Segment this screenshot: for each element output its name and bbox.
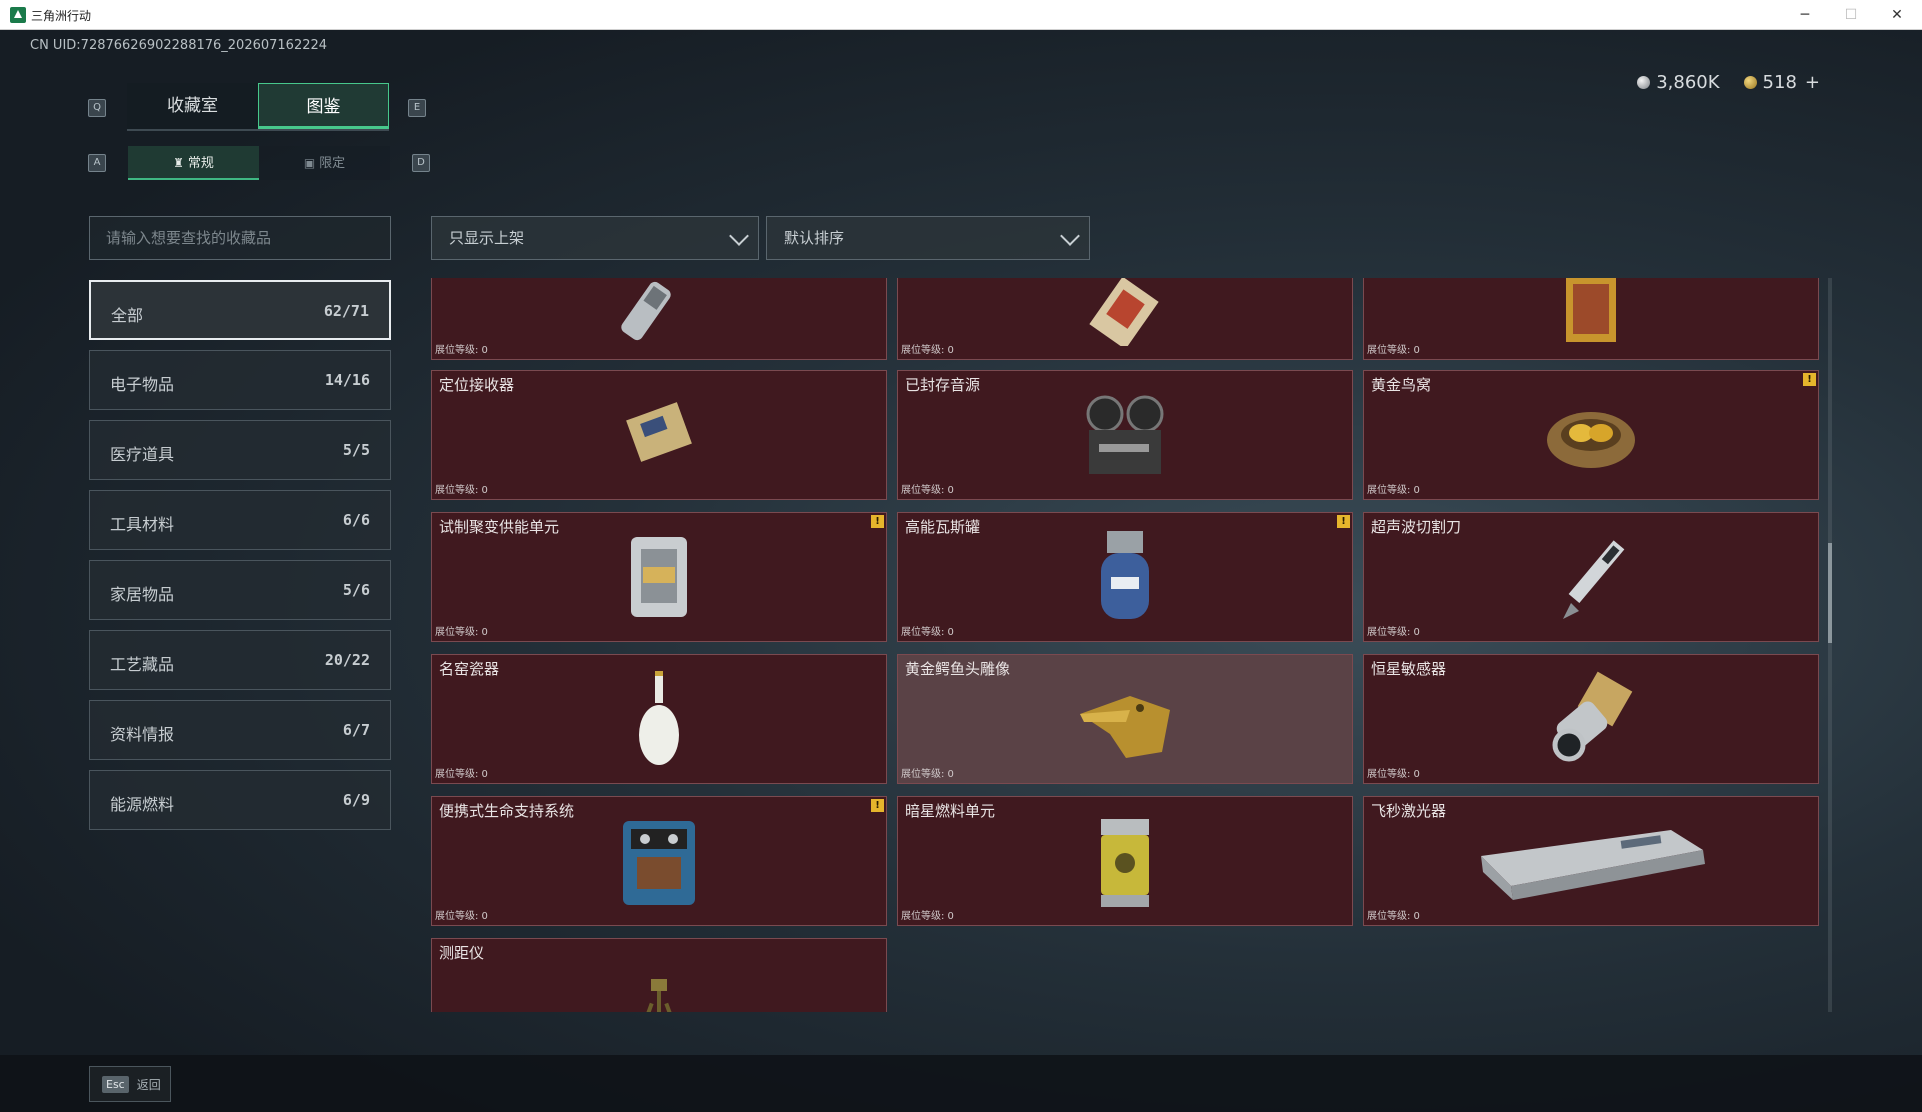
category-household[interactable]: 家居物品 5/6 xyxy=(89,560,391,620)
tab-collection-room[interactable]: 收藏室 xyxy=(127,83,258,129)
item-card[interactable]: 暗星燃料单元 展位等级: 0 xyxy=(897,796,1353,926)
key-hint-a: A xyxy=(88,154,106,172)
game-collection-screen: { "window": {"title": "三角洲行动", "minimize… xyxy=(0,0,1922,1112)
esc-key-hint: Esc xyxy=(102,1075,129,1093)
category-electronics[interactable]: 电子物品 14/16 xyxy=(89,350,391,410)
currency-bar: 3,860K 518 + xyxy=(1637,72,1820,93)
subtab-regular[interactable]: ♜ 常规 xyxy=(128,146,259,180)
chevron-down-icon xyxy=(1060,226,1080,246)
category-list: 全部 62/71 电子物品 14/16 医疗道具 5/5 工具材料 6/6 家居物品 5/… xyxy=(89,280,391,840)
category-all[interactable]: 全部 62/71 xyxy=(89,280,391,340)
item-grid: 展位等级: 0 展位等级: 0 展位等级: 0 定位接收器 展位等级: 0 已封… xyxy=(431,278,1823,1012)
display-filter-dropdown[interactable]: 只显示上架 xyxy=(431,216,759,260)
item-card[interactable]: 定位接收器 展位等级: 0 xyxy=(431,370,887,500)
fusion-unit-icon xyxy=(631,537,687,617)
alert-badge: ! xyxy=(1337,515,1350,528)
item-card-selected[interactable]: 黄金鳄鱼头雕像 展位等级: 0 xyxy=(897,654,1353,784)
gold-coin-icon xyxy=(1743,76,1757,89)
rangefinder-icon xyxy=(644,979,674,1012)
item-card[interactable]: 高能瓦斯罐 ! 展位等级: 0 xyxy=(897,512,1353,642)
flashlight-icon xyxy=(621,281,671,341)
back-button[interactable]: Esc 返回 xyxy=(89,1066,171,1102)
painting-icon xyxy=(1566,278,1616,342)
category-fuel[interactable]: 能源燃料 6/9 xyxy=(89,770,391,830)
image-icon: ▣ xyxy=(303,156,316,170)
maximize-button[interactable]: ☐ xyxy=(1836,4,1866,26)
life-support-icon xyxy=(623,821,695,905)
item-card[interactable]: 恒星敏感器 展位等级: 0 xyxy=(1363,654,1819,784)
sort-dropdown[interactable]: 默认排序 xyxy=(766,216,1090,260)
add-currency-button[interactable]: + xyxy=(1805,72,1820,93)
category-tools[interactable]: 工具材料 6/6 xyxy=(89,490,391,550)
silver-coin-icon xyxy=(1637,76,1651,89)
item-card[interactable]: 超声波切割刀 展位等级: 0 xyxy=(1363,512,1819,642)
item-card[interactable]: 展位等级: 0 xyxy=(897,278,1353,360)
item-card[interactable]: 便携式生命支持系统 ! 展位等级: 0 xyxy=(431,796,887,926)
grid-scrollbar[interactable] xyxy=(1828,278,1832,1012)
subtab-limited[interactable]: ▣ 限定 xyxy=(259,146,390,180)
alert-badge: ! xyxy=(1803,373,1816,386)
golden-nest-icon xyxy=(1547,412,1635,468)
ornate-box-icon xyxy=(1089,278,1159,346)
window-titlebar: 三角洲行动 ─ ☐ ✕ xyxy=(0,0,1922,30)
alert-badge: ! xyxy=(871,799,884,812)
bottom-bar xyxy=(0,1055,1922,1112)
fuel-cell-icon xyxy=(1101,819,1149,907)
silver-currency: 3,860K xyxy=(1637,72,1720,93)
pawn-icon: ♜ xyxy=(173,156,184,170)
scrollbar-thumb[interactable] xyxy=(1828,543,1832,643)
laser-device-icon xyxy=(1481,830,1705,900)
item-card[interactable]: 飞秒激光器 展位等级: 0 xyxy=(1363,796,1819,926)
close-button[interactable]: ✕ xyxy=(1882,4,1912,26)
ultrasonic-knife-icon xyxy=(1563,540,1625,619)
receiver-icon xyxy=(626,402,692,462)
gas-canister-icon xyxy=(1101,531,1149,619)
minimize-button[interactable]: ─ xyxy=(1790,4,1820,26)
alert-badge: ! xyxy=(871,515,884,528)
star-sensor-icon xyxy=(1552,671,1633,762)
category-intel[interactable]: 资料情报 6/7 xyxy=(89,700,391,760)
item-card[interactable]: 试制聚变供能单元 ! 展位等级: 0 xyxy=(431,512,887,642)
reel-recorder-icon xyxy=(1086,395,1164,474)
category-medical[interactable]: 医疗道具 5/5 xyxy=(89,420,391,480)
window-title: 三角洲行动 xyxy=(31,9,92,23)
search-input[interactable]: 请输入想要查找的收藏品 xyxy=(89,216,391,260)
category-crafts[interactable]: 工艺藏品 20/22 xyxy=(89,630,391,690)
golden-crocodile-icon xyxy=(1080,696,1170,758)
player-uid: CN UID:7287662690228817​6_202607162224 xyxy=(30,38,328,53)
item-card[interactable]: 黄金鸟窝 ! 展位等级: 0 xyxy=(1363,370,1819,500)
item-card[interactable]: 展位等级: 0 xyxy=(1363,278,1819,360)
app-logo-icon xyxy=(10,7,26,23)
item-card[interactable]: 已封存音源 展位等级: 0 xyxy=(897,370,1353,500)
item-card[interactable]: 测距仪 xyxy=(431,938,887,1012)
key-hint-q: Q xyxy=(88,99,106,117)
gold-currency: 518 + xyxy=(1743,72,1820,93)
chevron-down-icon xyxy=(729,226,749,246)
key-hint-d: D xyxy=(412,154,430,172)
main-tabs: 收藏室 图鉴 xyxy=(127,83,389,131)
tab-codex[interactable]: 图鉴 xyxy=(258,83,389,129)
sub-tabs: ♜ 常规 ▣ 限定 xyxy=(128,146,390,180)
porcelain-vase-icon xyxy=(639,671,679,765)
key-hint-e: E xyxy=(408,99,426,117)
item-card[interactable]: 展位等级: 0 xyxy=(431,278,887,360)
item-card[interactable]: 名窑瓷器 展位等级: 0 xyxy=(431,654,887,784)
